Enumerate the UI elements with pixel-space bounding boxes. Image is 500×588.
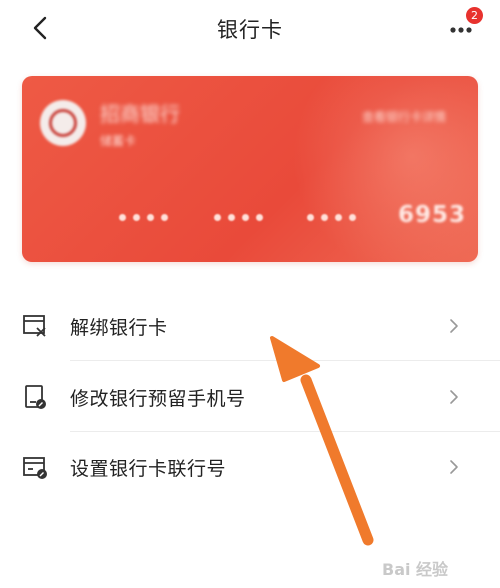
bank-name: 招商银行	[100, 102, 180, 126]
card-edit-icon	[23, 457, 47, 479]
chevron-right-icon	[450, 460, 458, 474]
change-phone-item[interactable]: 修改银行预留手机号	[0, 362, 500, 432]
unbind-card-item[interactable]: 解绑银行卡	[0, 291, 500, 361]
set-bank-code-item[interactable]: 设置银行卡联行号	[0, 432, 500, 502]
divider	[70, 360, 500, 361]
phone-edit-icon	[25, 385, 46, 409]
menu-item-label: 解绑银行卡	[70, 317, 168, 339]
card-glow	[292, 76, 478, 262]
page-title: 银行卡	[217, 18, 283, 42]
chevron-right-icon	[450, 319, 458, 333]
bank-card[interactable]: 招商银行 储蓄卡 查看银行卡详情 6953	[22, 76, 478, 262]
card-number-mask-2	[214, 214, 263, 221]
menu-item-label: 修改银行预留手机号	[70, 388, 246, 410]
chevron-right-icon	[450, 390, 458, 404]
header-bar: 银行卡 2	[0, 0, 500, 60]
card-number-mask-3	[307, 214, 356, 221]
notification-badge: 2	[466, 7, 483, 24]
card-last-four: 6953	[398, 202, 467, 228]
card-detail-link[interactable]: 查看银行卡详情	[362, 108, 446, 125]
card-type: 储蓄卡	[100, 134, 137, 148]
card-remove-icon	[23, 315, 46, 337]
menu-item-label: 设置银行卡联行号	[70, 458, 227, 480]
watermark: Bai 经验	[382, 560, 449, 579]
card-number-mask-1	[119, 214, 168, 221]
bank-logo-icon	[40, 100, 86, 146]
